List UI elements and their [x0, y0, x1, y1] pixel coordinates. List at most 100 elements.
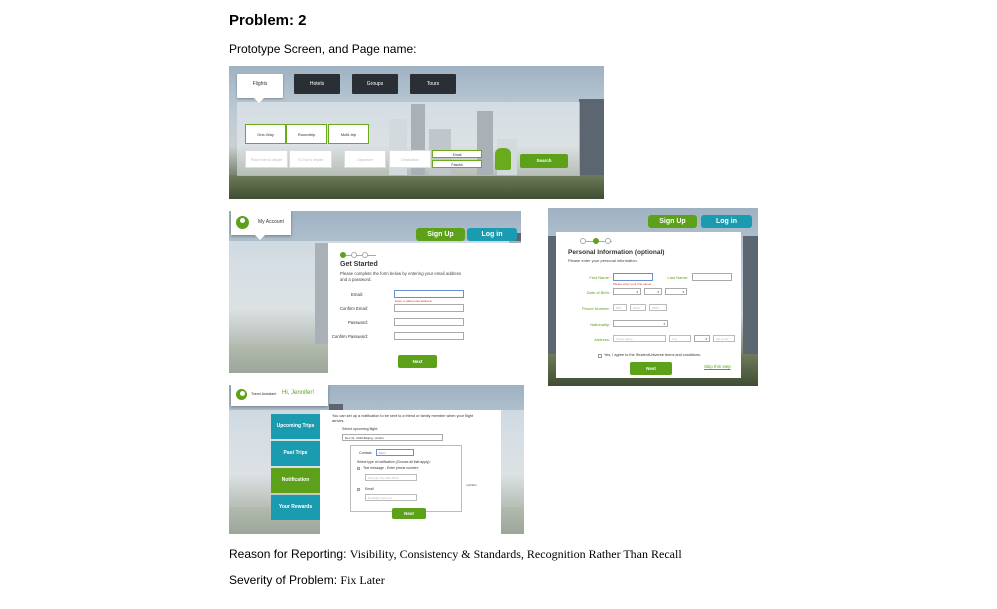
tab-groups[interactable]: Groups	[352, 74, 398, 94]
reason-value: Visibility, Consistency & Standards, Rec…	[349, 547, 682, 561]
step-3-indicator	[362, 252, 368, 258]
prototype-label: Prototype Screen, and Page name:	[229, 42, 417, 56]
email-input[interactable]: Email@email.com	[365, 494, 417, 501]
log-in-tab[interactable]: Log in	[701, 215, 752, 228]
greeting-name: Hi, Jennifer!	[282, 390, 315, 396]
zip-input[interactable]: Zip Code	[713, 335, 735, 342]
form-title: Personal Information (optional)	[568, 249, 665, 256]
personal-info-screenshot: Sign Up Log in Personal Information (opt…	[548, 208, 758, 386]
password-input[interactable]	[394, 318, 464, 326]
state-select[interactable]: ▾	[694, 335, 710, 342]
email-checkbox[interactable]	[357, 488, 360, 491]
sidebar-item-past-trips[interactable]: Past Trips	[271, 441, 320, 466]
first-name-input[interactable]	[613, 273, 653, 281]
last-name-label: Last Name:	[667, 275, 688, 280]
select-flight-label: Select upcoming flight:	[342, 427, 379, 431]
email-input[interactable]	[394, 290, 464, 298]
contact-box: Contact: Mom Select type of notification…	[350, 445, 462, 512]
first-name-error: Please enter your first name!	[613, 282, 652, 286]
passenger-icon[interactable]	[495, 148, 511, 170]
get-started-screenshot: My Account Sign Up Log in Get Started Pl…	[229, 211, 521, 373]
sign-up-tab[interactable]: Sign Up	[416, 228, 465, 241]
travel-assistant-tab[interactable]: Travel Assistant Hi, Jennifer!	[231, 385, 328, 406]
confirm-password-label: Confirm Password:	[331, 334, 368, 339]
next-button[interactable]: Next	[630, 362, 672, 375]
user-icon	[236, 216, 249, 229]
notification-screenshot: Travel Assistant Hi, Jennifer! Upcoming …	[229, 385, 524, 534]
notification-intro: You can set up a notification to be sent…	[332, 414, 474, 423]
form-instructions: Please complete the form below by enteri…	[340, 271, 462, 282]
add-edit-link[interactable]: Add/Edit	[466, 483, 477, 487]
confirm-email-label: Confirm Email:	[339, 306, 368, 311]
depart-to-field[interactable]: To Trip to depart	[289, 150, 332, 168]
contact-label: Contact:	[359, 451, 373, 455]
first-name-label: First Name:	[589, 275, 610, 280]
tab-hotels[interactable]: Hotels	[294, 74, 340, 94]
roundtrip-button[interactable]: Roundtrip	[286, 124, 327, 144]
agree-label: Yes, I agree to the StudentUniverse term…	[604, 353, 701, 357]
nationality-label: Nationality:	[590, 322, 610, 327]
email-label: Email	[365, 487, 374, 491]
step-3-indicator	[605, 238, 611, 244]
phone-area-input[interactable]: 000	[613, 304, 627, 311]
city-input[interactable]: City	[669, 335, 691, 342]
travel-assistant-label: Travel Assistant	[251, 392, 277, 396]
last-name-input[interactable]	[692, 273, 732, 281]
passbook-segment[interactable]: Passbk	[432, 160, 482, 168]
severity-value: Fix Later	[340, 573, 385, 587]
confirm-password-input[interactable]	[394, 332, 464, 340]
get-started-form: Get Started Please complete the form bel…	[328, 243, 521, 373]
text-message-label: Text message - Enter phone number:	[363, 466, 419, 470]
step-2-indicator	[593, 238, 599, 244]
next-button[interactable]: Next	[398, 355, 437, 368]
one-way-button[interactable]: One-Way	[245, 124, 286, 144]
notification-type-label: Select type of notification (Choose all …	[357, 460, 431, 464]
password-label: Password:	[347, 320, 368, 325]
form-instructions: Please enter your personal information.	[568, 258, 638, 263]
sidebar-item-your-rewards[interactable]: Your Rewards	[271, 495, 320, 520]
text-message-checkbox[interactable]	[357, 467, 360, 470]
severity-of-problem: Severity of Problem: Fix Later	[229, 573, 385, 588]
sidebar-item-upcoming-trips[interactable]: Upcoming Trips	[271, 414, 320, 439]
multi-trip-button[interactable]: Multi-trip	[328, 124, 369, 144]
problem-heading: Problem: 2	[229, 12, 307, 29]
phone-prefix-input[interactable]: 0000	[630, 304, 646, 311]
severity-label: Severity of Problem:	[229, 573, 338, 587]
skip-step-link[interactable]: Skip this step	[704, 364, 731, 369]
phone-input[interactable]: Sample: 512-000-0000	[365, 474, 417, 481]
birth-day-select[interactable]: ▾	[644, 288, 662, 295]
address-label: Address:	[594, 337, 610, 342]
tab-tours[interactable]: Tours	[410, 74, 456, 94]
birth-month-select[interactable]: ▾	[613, 288, 641, 295]
flight-select-value: Dec 31, 2016 Beijing - Austin	[345, 436, 384, 440]
notification-panel: You can set up a notification to be sent…	[320, 410, 501, 534]
form-title: Get Started	[340, 261, 378, 268]
destination-field[interactable]: Destination	[389, 150, 431, 168]
search-button[interactable]: Search	[520, 154, 568, 168]
my-account-tab[interactable]: My Account	[231, 211, 291, 240]
email-error: Enter a valid email address!	[395, 299, 433, 303]
street-input[interactable]: Street Name	[613, 335, 666, 342]
sidebar-item-notification[interactable]: Notification	[271, 468, 320, 493]
flight-select[interactable]: Dec 31, 2016 Beijing - Austin	[342, 434, 443, 441]
phone-line-input[interactable]: 0000	[649, 304, 667, 311]
personal-info-form: Personal Information (optional) Please e…	[556, 232, 741, 378]
agree-checkbox[interactable]	[598, 354, 602, 358]
email-segment[interactable]: Email	[432, 150, 482, 158]
flight-search-screenshot: Flights Hotels Groups Tours One-Way Roun…	[229, 66, 604, 199]
nationality-select[interactable]: ▾	[613, 320, 668, 327]
contact-input[interactable]: Mom	[376, 449, 414, 456]
sign-up-tab[interactable]: Sign Up	[648, 215, 697, 228]
date-of-birth-label: Date of Birth:	[586, 290, 610, 295]
tab-flights[interactable]: Flights	[237, 74, 283, 103]
phone-number-label: Phone Number:	[581, 306, 610, 311]
reason-for-reporting: Reason for Reporting: Visibility, Consis…	[229, 547, 682, 562]
log-in-tab[interactable]: Log in	[467, 228, 517, 241]
depart-from-field[interactable]: Place from to depart	[245, 150, 288, 168]
step-2-indicator	[351, 252, 357, 258]
birth-year-select[interactable]: ▾	[665, 288, 687, 295]
reason-label: Reason for Reporting:	[229, 547, 347, 561]
confirm-email-input[interactable]	[394, 304, 464, 312]
next-button[interactable]: Next	[392, 508, 426, 519]
departure-field[interactable]: Departure	[344, 150, 386, 168]
